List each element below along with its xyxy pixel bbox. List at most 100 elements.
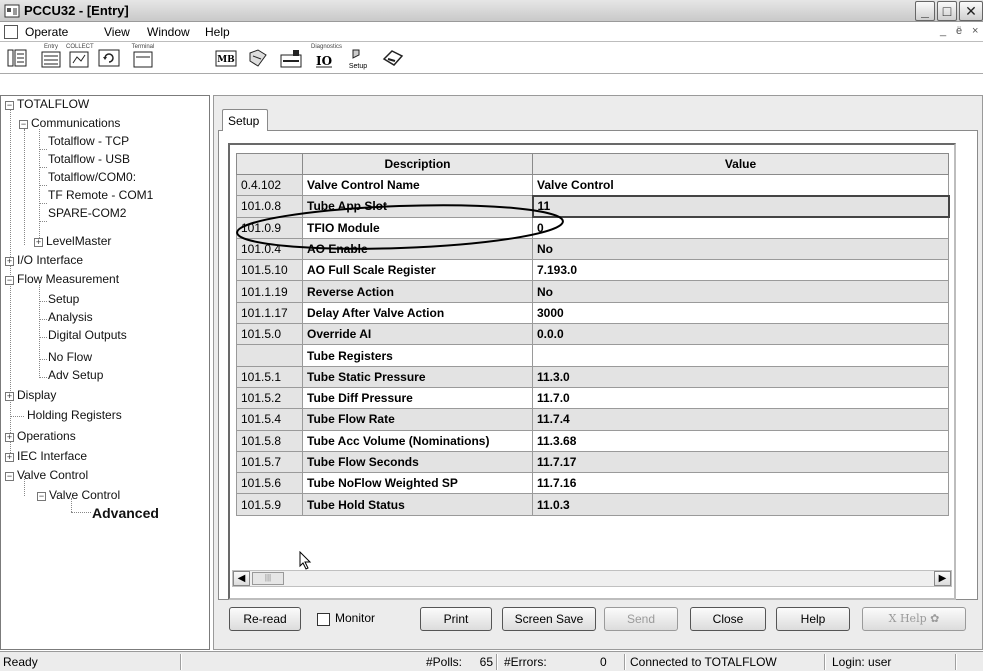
value-cell[interactable]: 11 — [531, 194, 950, 219]
scroll-left-icon[interactable]: ◀ — [233, 571, 250, 586]
scroll-thumb[interactable]: ||| — [252, 572, 284, 585]
io-label: IO — [316, 54, 332, 68]
tree-connector — [10, 416, 24, 417]
tree-item-analysis[interactable]: Analysis — [48, 310, 93, 324]
collapse-toggle[interactable]: − — [5, 101, 14, 110]
print-button[interactable]: Print — [420, 607, 492, 631]
value-cell[interactable]: 11.7.17 — [532, 450, 949, 474]
tree-item-valve-control-child[interactable]: Valve Control — [49, 488, 120, 502]
tree-item-setup[interactable]: Setup — [48, 292, 79, 306]
send-button[interactable]: Send — [604, 607, 678, 631]
value-cell[interactable]: 11.0.3 — [532, 493, 949, 516]
toolbar: Entry COLLECT Terminal MB Diagnostics IO… — [0, 42, 983, 74]
value-cell[interactable]: 11.7.16 — [532, 472, 949, 495]
value-cell[interactable]: 7.193.0 — [532, 259, 949, 282]
device-icon[interactable] — [4, 46, 30, 70]
tree-item-display[interactable]: Display — [17, 388, 56, 402]
help-button[interactable]: Help — [776, 607, 850, 631]
tree-item-totalflow-usb[interactable]: Totalflow - USB — [48, 152, 130, 166]
value-cell[interactable]: No — [532, 237, 949, 261]
screen-save-button[interactable]: Screen Save — [502, 607, 596, 631]
tab-setup[interactable]: Setup — [222, 109, 268, 131]
minimize-button[interactable]: _ — [915, 1, 935, 21]
expand-toggle[interactable]: + — [5, 433, 14, 442]
tree-item-adv-setup[interactable]: Adv Setup — [48, 368, 103, 382]
collapse-toggle[interactable]: − — [19, 120, 28, 129]
collapse-toggle[interactable]: − — [37, 492, 46, 501]
tree-item-totalflow-tcp[interactable]: Totalflow - TCP — [48, 134, 129, 148]
mdi-minimize-button[interactable]: _ — [940, 25, 946, 37]
value-cell[interactable]: 0.0.0 — [532, 323, 949, 346]
maximize-button[interactable]: □ — [937, 1, 957, 21]
monitor-checkbox[interactable] — [317, 613, 330, 626]
menu-help[interactable]: Help — [205, 25, 230, 39]
tree-item-holding-registers[interactable]: Holding Registers — [27, 408, 122, 422]
mdi-close-button[interactable]: × — [972, 25, 978, 37]
io-icon[interactable] — [278, 46, 304, 70]
tree-connector — [24, 129, 25, 245]
tree-item-communications[interactable]: Communications — [31, 116, 120, 130]
book-icon[interactable] — [245, 46, 271, 70]
tree-item-operations[interactable]: Operations — [17, 429, 76, 443]
tree-item-no-flow[interactable]: No Flow — [48, 350, 92, 364]
tree-item-tf-remote-com1[interactable]: TF Remote - COM1 — [48, 188, 153, 202]
diagnostics-icon[interactable]: Diagnostics IO — [311, 44, 342, 70]
value-cell[interactable]: 0 — [532, 216, 949, 239]
app-icon — [4, 4, 20, 18]
tree-item-totalflow-com0[interactable]: Totalflow/COM0: — [48, 170, 136, 184]
description-cell: Tube Static Pressure — [302, 365, 533, 388]
entry-icon[interactable]: Entry — [38, 44, 64, 70]
value-cell — [532, 344, 949, 367]
menu-window[interactable]: Window — [147, 25, 190, 39]
mouse-cursor-icon — [299, 551, 312, 570]
tree-item-levelmaster[interactable]: LevelMaster — [46, 234, 111, 248]
expand-toggle[interactable]: + — [34, 238, 43, 247]
tree-item-advanced[interactable]: Advanced — [92, 505, 159, 521]
expand-toggle[interactable]: + — [5, 257, 14, 266]
tree-item-iec-interface[interactable]: IEC Interface — [17, 449, 87, 463]
menu-operate[interactable]: Operate — [25, 25, 68, 39]
expand-toggle[interactable]: + — [5, 392, 14, 401]
tree-item-flow-measurement[interactable]: Flow Measurement — [17, 272, 119, 286]
document-icon[interactable] — [4, 25, 18, 39]
value-cell[interactable]: 11.3.0 — [532, 365, 949, 388]
menu-view[interactable]: View — [104, 25, 130, 39]
collect-icon[interactable]: COLLECT — [66, 44, 94, 70]
grid-header-value: Value — [532, 153, 949, 175]
modbus-icon[interactable]: MB — [213, 46, 239, 70]
close-window-button[interactable]: ✕ — [959, 1, 983, 21]
description-cell: Tube Flow Seconds — [302, 450, 533, 474]
horizontal-scrollbar[interactable]: ◀ ||| ▶ — [232, 570, 952, 587]
xhelp-button[interactable]: X Help ✿ — [862, 607, 966, 631]
value-cell[interactable]: 11.7.4 — [532, 408, 949, 431]
scroll-right-icon[interactable]: ▶ — [934, 571, 951, 586]
grid-header-register — [236, 153, 303, 175]
mdi-restore-button[interactable]: ё — [956, 25, 962, 37]
close-button[interactable]: Close — [690, 607, 766, 631]
description-cell: Tube Hold Status — [302, 493, 533, 516]
value-cell[interactable]: No — [532, 280, 949, 303]
refresh-icon[interactable] — [96, 46, 122, 70]
setup-icon[interactable]: Setup — [345, 46, 371, 70]
collapse-toggle[interactable]: − — [5, 472, 14, 481]
tree-item-io-interface[interactable]: I/O Interface — [17, 253, 83, 267]
expand-toggle[interactable]: + — [5, 453, 14, 462]
status-polls-label: #Polls: — [426, 655, 463, 669]
tree-item-digital-outputs[interactable]: Digital Outputs — [48, 328, 127, 342]
tree-item-valve-control[interactable]: Valve Control — [17, 468, 88, 482]
value-cell[interactable]: Valve Control — [532, 173, 949, 197]
register-cell: 101.5.8 — [236, 429, 303, 452]
value-cell[interactable]: 11.7.0 — [532, 386, 949, 410]
tree-item-totalflow[interactable]: TOTALFLOW — [17, 97, 89, 111]
value-cell[interactable]: 3000 — [532, 301, 949, 325]
collapse-toggle[interactable]: − — [5, 276, 14, 285]
tree-item-spare-com2[interactable]: SPARE-COM2 — [48, 206, 126, 220]
reread-button[interactable]: Re-read — [229, 607, 301, 631]
edit-icon[interactable] — [380, 46, 406, 70]
tree-connector — [39, 221, 47, 222]
tree-connector — [39, 359, 47, 360]
value-cell[interactable]: 11.3.68 — [532, 429, 949, 452]
register-cell: 101.5.2 — [236, 386, 303, 410]
tree-connector — [39, 167, 47, 168]
terminal-icon[interactable]: Terminal — [130, 44, 156, 70]
